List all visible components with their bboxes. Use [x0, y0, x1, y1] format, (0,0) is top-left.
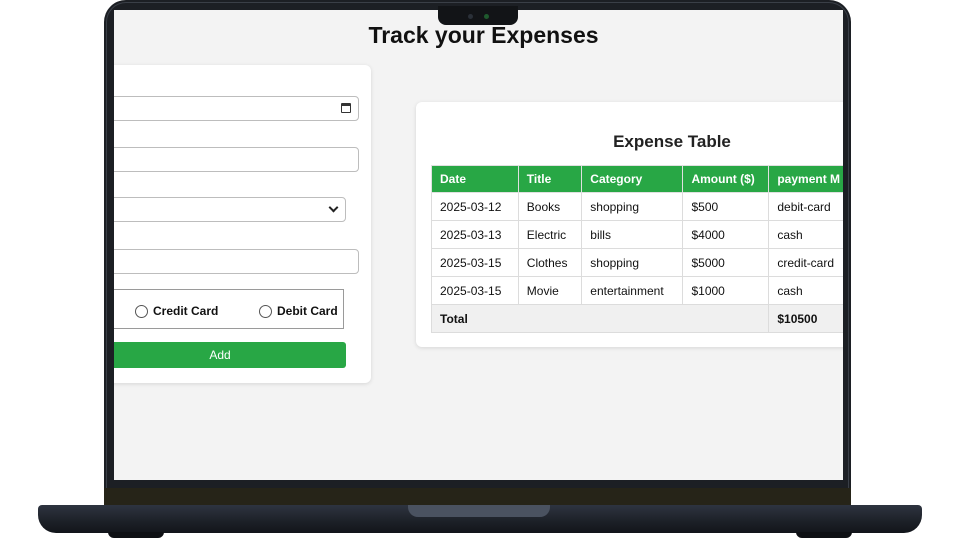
cell-amount: $500 [682, 192, 770, 221]
page-title: Track your Expenses [368, 22, 599, 48]
cell-payment: debit-card [768, 192, 843, 221]
cell-amount: $4000 [682, 220, 770, 249]
cell-payment: credit-card [768, 248, 843, 277]
cell-title: Clothes [517, 248, 583, 277]
table-header-row: Date Title Category Amount ($) payment M [431, 165, 843, 193]
table-row: 2025-03-15 Clothes shopping $5000 credit… [431, 248, 843, 277]
cell-date: 2025-03-13 [431, 220, 519, 249]
cell-title: Books [517, 192, 583, 221]
debit-card-label: Debit Card [277, 304, 338, 318]
cell-category: bills [581, 220, 684, 249]
camera-notch [438, 6, 518, 25]
header-payment-method: payment M [768, 165, 843, 193]
laptop-foot-left [108, 532, 164, 538]
laptop-mockup: Track your Expenses od Credit Card Debit… [0, 0, 960, 540]
cell-title: Movie [517, 276, 583, 305]
screen: Track your Expenses od Credit Card Debit… [114, 10, 843, 480]
laptop-base-notch [408, 505, 550, 517]
add-button[interactable]: Add [114, 342, 346, 368]
title-input[interactable] [114, 147, 359, 172]
cell-amount: $5000 [682, 248, 770, 277]
expense-form: od Credit Card Debit Card Add [114, 65, 371, 383]
table-row: 2025-03-13 Electric bills $4000 cash [431, 220, 843, 249]
calendar-icon[interactable] [341, 103, 351, 113]
radio-circle-icon[interactable] [259, 304, 272, 318]
chevron-down-icon [328, 202, 339, 213]
header-title: Title [517, 165, 583, 193]
cell-payment: cash [768, 276, 843, 305]
expense-table-card: Expense Table Date Title Category Amount… [416, 102, 843, 347]
cell-date: 2025-03-12 [431, 192, 519, 221]
cell-date: 2025-03-15 [431, 276, 519, 305]
header-amount: Amount ($) [682, 165, 770, 193]
laptop-chin [104, 488, 851, 506]
credit-card-label: Credit Card [153, 304, 219, 318]
cell-date: 2025-03-15 [431, 248, 519, 277]
total-label: Total [430, 304, 770, 333]
camera-icon [468, 14, 473, 19]
date-input[interactable] [114, 96, 359, 121]
debit-card-radio[interactable]: Debit Card [259, 304, 338, 318]
cell-title: Electric [517, 220, 583, 249]
category-select[interactable] [114, 197, 346, 222]
cell-category: shopping [581, 248, 684, 277]
payment-method-fieldset: od Credit Card Debit Card [114, 289, 344, 329]
credit-card-radio[interactable]: Credit Card [135, 304, 218, 318]
cell-amount: $1000 [682, 276, 770, 305]
laptop-foot-right [796, 532, 852, 538]
amount-input[interactable] [114, 249, 359, 274]
header-category: Category [581, 165, 684, 193]
cell-category: shopping [581, 192, 684, 221]
table-total-row: Total $10500 [430, 304, 843, 333]
expense-table: Date Title Category Amount ($) payment M… [430, 165, 843, 333]
camera-indicator-icon [484, 14, 489, 19]
table-title: Expense Table [613, 132, 731, 151]
table-row: 2025-03-15 Movie entertainment $1000 cas… [431, 276, 843, 305]
total-value: $10500 [768, 304, 843, 333]
header-date: Date [431, 165, 519, 193]
cell-payment: cash [768, 220, 843, 249]
table-row: 2025-03-12 Books shopping $500 debit-car… [431, 192, 843, 221]
cell-category: entertainment [581, 276, 684, 305]
radio-circle-icon[interactable] [135, 304, 148, 318]
